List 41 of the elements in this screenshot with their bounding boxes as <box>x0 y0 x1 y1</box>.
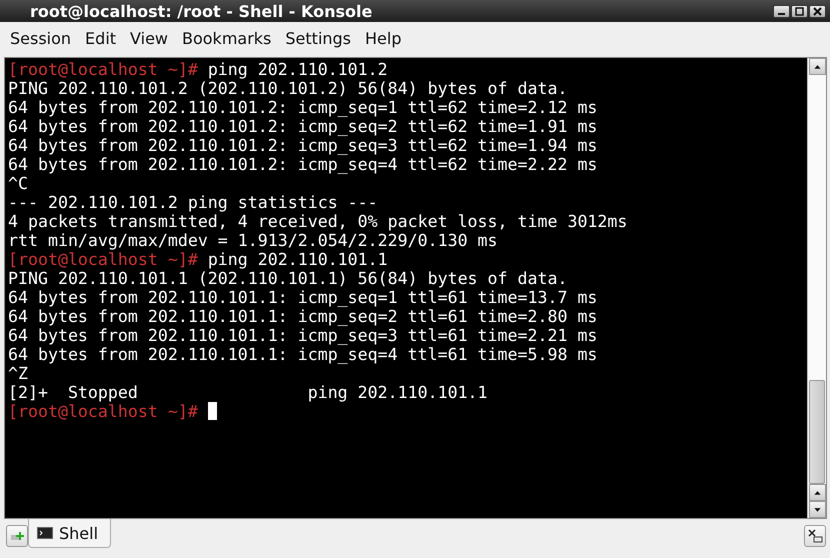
menu-item[interactable]: Help <box>358 26 408 51</box>
terminal-line: ping 202.110.101.2 <box>208 60 388 79</box>
shell-prompt: [root@localhost ~]# <box>8 402 199 421</box>
menu-item[interactable]: Settings <box>278 26 358 51</box>
terminal-line: 64 bytes from 202.110.101.1: icmp_seq=2 ttl=61 time=2.80 ms <box>8 307 598 326</box>
terminal-line: --- 202.110.101.2 ping statistics --- <box>8 193 378 212</box>
terminal-line: 4 packets transmitted, 4 received, 0% packet loss, time 3012ms <box>8 212 628 231</box>
menu-item[interactable]: Bookmarks <box>175 26 278 51</box>
scroll-down-icon[interactable] <box>808 501 826 518</box>
terminal-line: 64 bytes from 202.110.101.2: icmp_seq=1 ttl=62 time=2.12 ms <box>8 98 598 117</box>
terminal-line: 64 bytes from 202.110.101.2: icmp_seq=4 ttl=62 time=2.22 ms <box>8 155 598 174</box>
shell-prompt: [root@localhost ~]# <box>8 60 199 79</box>
menu-item[interactable]: Session <box>3 26 78 51</box>
terminal-line: 64 bytes from 202.110.101.1: icmp_seq=4 ttl=61 time=5.98 ms <box>8 345 598 364</box>
shell-prompt: [root@localhost ~]# <box>8 250 199 269</box>
terminal-icon[interactable] <box>37 527 53 539</box>
tab[interactable]: Shell <box>28 519 112 548</box>
terminal-line: 64 bytes from 202.110.101.2: icmp_seq=2 ttl=62 time=1.91 ms <box>8 117 598 136</box>
window-title: root@localhost: /root - Shell - Konsole <box>30 2 374 20</box>
maximize-icon[interactable] <box>791 4 808 18</box>
new-tab-button[interactable] <box>6 525 28 547</box>
terminal-line: 64 bytes from 202.110.101.1: icmp_seq=1 ttl=61 time=13.7 ms <box>8 288 598 307</box>
terminal-line: PING 202.110.101.1 (202.110.101.1) 56(84) bytes of data. <box>8 269 568 288</box>
terminal-line: ping 202.110.101.1 <box>208 250 388 269</box>
terminal-line: ^C <box>8 174 28 193</box>
terminal-line: PING 202.110.101.2 (202.110.101.2) 56(84) bytes of data. <box>8 79 568 98</box>
close-tab-button[interactable] <box>804 525 826 547</box>
scrollbar-thumb[interactable] <box>809 380 825 484</box>
terminal-line: 64 bytes from 202.110.101.1: icmp_seq=3 ttl=61 time=2.21 ms <box>8 326 598 345</box>
terminal-line: [2]+ Stopped ping 202.110.101.1 <box>8 383 488 402</box>
menu-item[interactable]: View <box>123 26 175 51</box>
close-tab-icon[interactable] <box>807 529 823 543</box>
terminal-line: rtt min/avg/max/mdev = 1.913/2.054/2.229/0.130 ms <box>8 231 498 250</box>
terminal-line: 64 bytes from 202.110.101.2: icmp_seq=3 ttl=62 time=1.94 ms <box>8 136 598 155</box>
scroll-up-icon[interactable] <box>808 484 826 501</box>
close-icon[interactable] <box>809 4 826 18</box>
menu-item[interactable]: Edit <box>78 26 124 51</box>
terminal-line: ^Z <box>8 364 28 383</box>
scroll-up-icon[interactable] <box>808 58 826 75</box>
plus-icon[interactable] <box>10 530 24 542</box>
minimize-icon[interactable] <box>773 4 790 18</box>
